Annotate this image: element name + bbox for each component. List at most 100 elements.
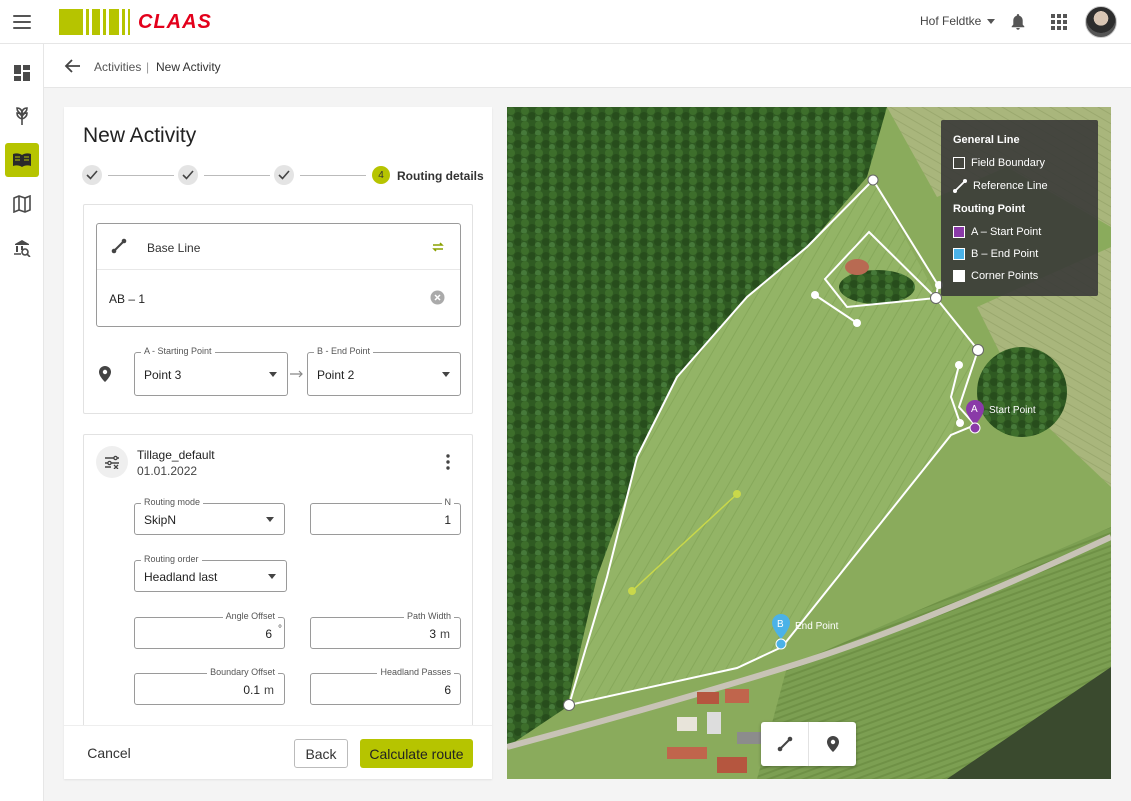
step-4-label: Routing details <box>397 169 484 183</box>
legend-corner-points: Corner Points <box>953 270 1038 282</box>
breadcrumb: Activities | New Activity <box>44 44 1131 88</box>
breadcrumb-activities-link[interactable]: Activities <box>94 60 141 74</box>
farm-selector[interactable]: Hof Feldtke <box>920 14 996 28</box>
angle-offset-value: 6 <box>265 627 272 641</box>
legend-routing-title: Routing Point <box>953 203 1026 215</box>
legend-end-point-label: B – End Point <box>971 248 1039 260</box>
angle-offset-input[interactable]: Angle Offset 6 ° <box>134 611 285 649</box>
end-marker-letter: B <box>777 619 784 630</box>
start-point-value: Point 3 <box>144 368 182 382</box>
check-icon <box>278 170 290 180</box>
swap-icon[interactable] <box>431 240 445 254</box>
page-title: New Activity <box>83 124 197 147</box>
start-point-dropdown[interactable]: A - Starting Point Point 3 <box>134 346 288 396</box>
legend-reference-line: Reference Line <box>953 179 1048 193</box>
start-marker-letter: A <box>971 404 978 415</box>
dashboard-icon <box>14 65 30 81</box>
boundary-offset-input[interactable]: Boundary Offset 0.1 m <box>134 667 285 705</box>
nav-item-field-search[interactable] <box>5 231 39 265</box>
end-point-text: End Point <box>795 621 839 632</box>
legend-field-boundary-label: Field Boundary <box>971 157 1045 169</box>
boundary-offset-label: Boundary Offset <box>207 667 278 677</box>
start-point-text: Start Point <box>989 405 1036 416</box>
map-view[interactable]: A Start Point B End Point General Line F… <box>507 107 1111 779</box>
routing-mode-value: SkipN <box>144 513 177 527</box>
divider <box>97 269 460 270</box>
routing-order-dropdown[interactable]: Routing order Headland last <box>134 554 287 592</box>
profile-avatar <box>96 446 128 478</box>
start-point-label: A - Starting Point <box>141 346 215 356</box>
step-1-complete[interactable] <box>82 165 102 185</box>
nav-item-maps[interactable] <box>5 187 39 221</box>
headland-passes-input[interactable]: Headland Passes 6 <box>310 667 461 705</box>
angle-offset-unit: ° <box>278 624 282 635</box>
location-pin-icon <box>826 736 839 752</box>
legend-start-point-label: A – Start Point <box>971 226 1042 238</box>
step-4-current[interactable]: 4 <box>372 166 390 184</box>
boundary-offset-unit: m <box>264 683 274 697</box>
end-point-label: B - End Point <box>314 346 374 356</box>
book-icon <box>13 153 31 167</box>
base-line-value[interactable]: AB – 1 <box>109 292 145 306</box>
path-width-label: Path Width <box>403 611 454 621</box>
field-search-icon <box>14 240 31 257</box>
headland-passes-label: Headland Passes <box>377 667 454 677</box>
top-bar: CLAAS Hof Feldtke <box>0 0 1131 44</box>
logo-stripes <box>59 9 130 35</box>
routing-mode-dropdown[interactable]: Routing mode SkipN <box>134 497 285 535</box>
nav-item-activities[interactable] <box>5 143 39 177</box>
routing-order-value: Headland last <box>144 570 218 584</box>
back-button[interactable]: Back <box>294 739 348 768</box>
draw-line-button[interactable] <box>761 722 809 766</box>
cancel-button[interactable]: Cancel <box>82 739 136 767</box>
path-width-value: 3 <box>429 627 436 641</box>
nav-item-crops[interactable] <box>5 99 39 133</box>
base-line-card: Base Line AB – 1 A - Starting Point Poin… <box>83 204 473 414</box>
avatar[interactable] <box>1085 6 1117 38</box>
chevron-down-icon <box>269 372 277 377</box>
start-point-swatch <box>953 226 965 238</box>
path-width-unit: m <box>440 627 450 641</box>
n-label: N <box>441 497 454 507</box>
place-point-button[interactable] <box>809 722 856 766</box>
base-line-label: Base Line <box>147 241 201 255</box>
map-icon <box>13 195 31 213</box>
clear-icon[interactable] <box>430 290 445 305</box>
reference-line-icon <box>953 179 967 193</box>
line-tool-icon <box>111 238 127 254</box>
path-width-input[interactable]: Path Width 3 m <box>310 611 461 649</box>
check-icon <box>86 170 98 180</box>
legend-reference-line-label: Reference Line <box>973 180 1048 192</box>
step-2-complete[interactable] <box>178 165 198 185</box>
logo-wordmark: CLAAS <box>138 10 212 33</box>
location-pin-icon <box>99 366 111 382</box>
step-3-complete[interactable] <box>274 165 294 185</box>
map-legend: General Line Field Boundary Reference Li… <box>941 120 1098 296</box>
chevron-down-icon <box>987 18 996 24</box>
nav-item-dashboard[interactable] <box>5 56 39 90</box>
headland-passes-value: 6 <box>444 683 451 697</box>
arrow-right-icon <box>290 370 303 378</box>
step-connector <box>108 175 174 176</box>
legend-field-boundary: Field Boundary <box>953 157 1045 169</box>
chevron-down-icon <box>268 574 276 579</box>
activity-panel: New Activity 4 Routing details Base Line… <box>64 107 492 779</box>
hamburger-menu-icon[interactable] <box>12 12 32 32</box>
notification-bell-icon[interactable] <box>1010 13 1026 31</box>
map-tool-buttons <box>761 722 856 766</box>
more-options-icon[interactable] <box>446 454 450 470</box>
calculate-route-button[interactable]: Calculate route <box>360 739 473 768</box>
routing-mode-label: Routing mode <box>141 497 204 507</box>
line-tool-icon <box>777 736 792 752</box>
claas-logo[interactable]: CLAAS <box>59 9 212 35</box>
apps-grid-icon[interactable] <box>1051 14 1067 30</box>
tune-settings-icon <box>105 455 119 469</box>
end-point-dropdown[interactable]: B - End Point Point 2 <box>307 346 461 396</box>
routing-order-label: Routing order <box>141 554 202 564</box>
n-input[interactable]: N 1 <box>310 497 461 535</box>
legend-general-title: General Line <box>953 134 1020 146</box>
boundary-offset-value: 0.1 <box>243 683 260 697</box>
back-arrow-icon[interactable] <box>63 56 83 76</box>
side-navigation <box>0 44 44 801</box>
routing-profile-card: Tillage_default 01.01.2022 Routing mode … <box>83 434 473 734</box>
